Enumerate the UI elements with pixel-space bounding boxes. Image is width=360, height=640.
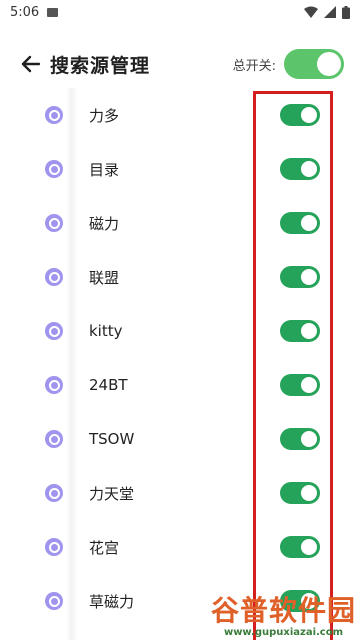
header: 搜索源管理 总开关: [0,40,360,88]
search-source-icon [45,376,63,394]
search-source-icon [45,322,63,340]
search-source-icon [45,106,63,124]
master-switch-label: 总开关: [232,58,276,74]
search-source-icon [45,214,63,232]
search-source-icon [45,268,63,286]
blur-mask [66,88,78,640]
source-name: 花宫 [89,538,120,557]
battery-icon [342,5,350,19]
source-name: 磁力 [89,214,120,233]
page-title: 搜索源管理 [50,54,151,77]
search-source-icon [45,430,63,448]
master-switch-knob [317,52,341,76]
source-name: TSOW [89,430,135,448]
watermark-title: 谷普软件园 [210,594,356,627]
search-source-icon [45,592,63,610]
watermark: 谷普软件园 www.gupuxiazai.com [211,597,356,638]
source-name: 草磁力 [89,592,135,611]
highlight-box [253,91,333,640]
signal-icon [324,6,336,18]
search-source-icon [45,484,63,502]
source-name: 联盟 [89,268,120,287]
source-name: 24BT [89,376,128,394]
source-name: 力多 [89,106,120,125]
source-name: kitty [89,322,123,340]
master-switch-toggle[interactable] [284,49,344,79]
watermark-url: www.gupuxiazai.com [223,627,344,638]
wifi-icon [304,6,318,18]
status-bar: 5:06 [0,0,360,24]
gallery-icon [47,7,59,17]
source-name: 力天堂 [89,484,135,503]
search-source-icon [45,538,63,556]
status-time: 5:06 [10,4,40,20]
back-arrow-icon[interactable] [20,53,42,75]
source-name: 目录 [89,160,120,179]
search-source-icon [45,160,63,178]
